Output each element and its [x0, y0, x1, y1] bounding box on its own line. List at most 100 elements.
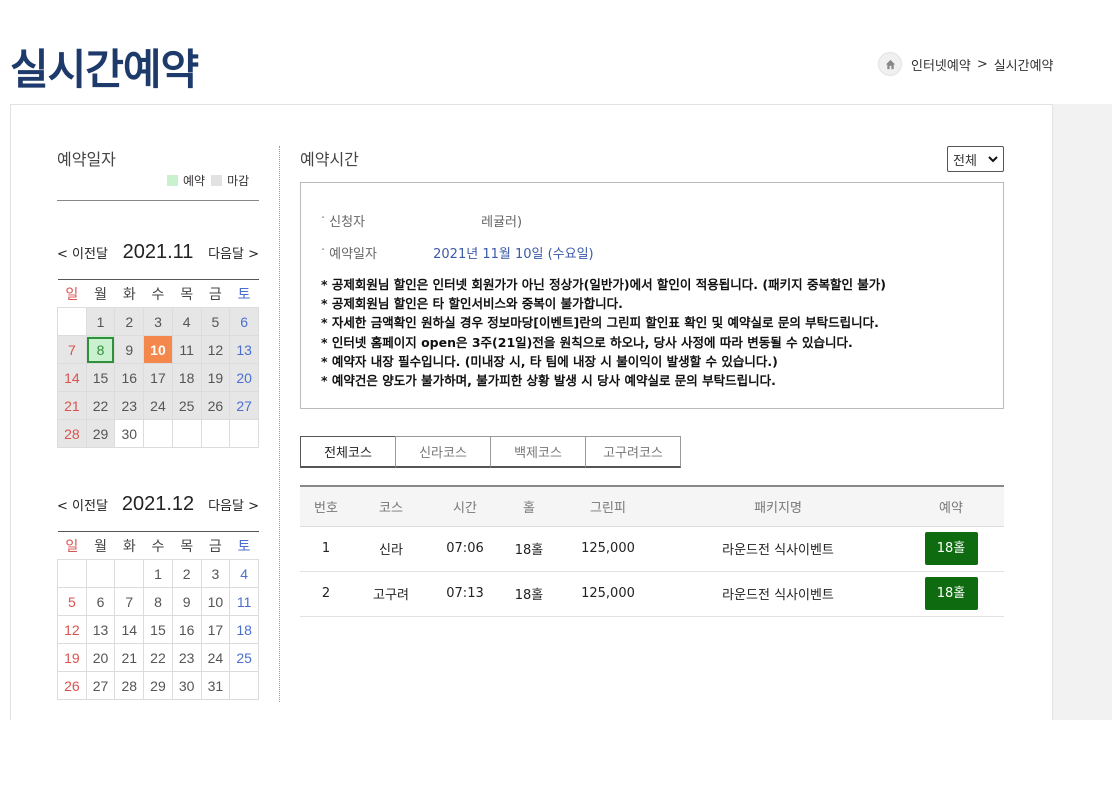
- applicant-row: · 신청자 레귤러): [321, 211, 522, 230]
- calendar-day[interactable]: 26: [200, 391, 231, 420]
- weekday-header: 수: [143, 531, 173, 560]
- calendar-day[interactable]: 21: [114, 643, 145, 672]
- notice-item: * 예약건은 양도가 불가하며, 불가피한 상황 발생 시 당사 예약실로 문의…: [321, 373, 776, 389]
- calendar-day[interactable]: 23: [171, 643, 202, 672]
- calendar-day[interactable]: 31: [200, 671, 231, 700]
- table-header: 번호: [300, 485, 352, 527]
- calendar-header-nov: < 이전달 2021.11 다음달 >: [57, 241, 259, 264]
- calendar-day[interactable]: 28: [57, 419, 87, 448]
- calendar-day[interactable]: 1: [143, 559, 173, 588]
- calendar-day[interactable]: 15: [143, 615, 173, 644]
- course-tab[interactable]: 고구려코스: [585, 436, 681, 468]
- calendar-day[interactable]: 27: [85, 671, 116, 700]
- calendar-legend: 예약 마감: [167, 172, 249, 189]
- breadcrumb-item-realtime-reservation[interactable]: 실시간예약: [994, 55, 1054, 74]
- calendar-day[interactable]: 7: [57, 335, 87, 364]
- table-cell: 07:13: [430, 571, 500, 617]
- table-header: 코스: [352, 485, 430, 527]
- calendar-day[interactable]: 25: [171, 391, 202, 420]
- calendar-month-title: 2021.12: [121, 493, 195, 515]
- reservation-info-box: · 신청자 레귤러) · 예약일자 2021년 11월 10일 (수요일) * …: [300, 182, 1004, 409]
- calendar-day[interactable]: 16: [171, 615, 202, 644]
- calendar-day[interactable]: 16: [114, 363, 145, 392]
- calendar-empty-cell: [57, 559, 87, 588]
- calendar-day[interactable]: 25: [229, 643, 259, 672]
- weekday-header: 토: [229, 531, 259, 560]
- time-section-title: 예약시간: [300, 152, 359, 169]
- prev-month-link[interactable]: < 이전달: [57, 243, 108, 262]
- calendar-day[interactable]: 28: [114, 671, 145, 700]
- calendar-day[interactable]: 9: [171, 587, 202, 616]
- calendar-day[interactable]: 13: [229, 335, 259, 364]
- calendar-day[interactable]: 12: [57, 615, 87, 644]
- calendar-day[interactable]: 4: [229, 559, 259, 588]
- calendar-day[interactable]: 19: [57, 643, 87, 672]
- next-month-link[interactable]: 다음달 >: [208, 243, 259, 262]
- calendar-day[interactable]: 8: [143, 587, 173, 616]
- calendar-day[interactable]: 17: [143, 363, 173, 392]
- calendar-day[interactable]: 15: [85, 363, 116, 392]
- calendar-day[interactable]: 5: [200, 307, 231, 336]
- next-month-link[interactable]: 다음달 >: [208, 495, 259, 514]
- calendar-day[interactable]: 14: [57, 363, 87, 392]
- calendar-day[interactable]: 20: [229, 363, 259, 392]
- home-icon[interactable]: [878, 52, 902, 76]
- calendar-day[interactable]: 11: [171, 335, 202, 364]
- book-button[interactable]: 18홀: [924, 577, 978, 610]
- calendar-day[interactable]: 30: [171, 671, 202, 700]
- calendar-day[interactable]: 18: [171, 363, 202, 392]
- table-header: 패키지명: [658, 485, 898, 527]
- calendar-day[interactable]: 2: [114, 307, 145, 336]
- calendar-day[interactable]: 6: [85, 587, 116, 616]
- calendar-day[interactable]: 24: [200, 643, 231, 672]
- calendar-day[interactable]: 12: [200, 335, 231, 364]
- time-section: 예약시간 전체 · 신청자 레귤러) · 예약일자 2021년 11월 10일 …: [300, 146, 1004, 617]
- calendar-day[interactable]: 17: [200, 615, 231, 644]
- legend-closed-label: 마감: [227, 174, 250, 188]
- calendar-day[interactable]: 3: [200, 559, 231, 588]
- calendar-day[interactable]: 3: [143, 307, 173, 336]
- course-filter-select[interactable]: 전체: [947, 146, 1004, 172]
- calendar-day[interactable]: 24: [143, 391, 173, 420]
- table-cell: 라운드전 식사이벤트: [658, 571, 898, 617]
- calendar-day[interactable]: 22: [85, 391, 116, 420]
- weekday-header: 금: [201, 531, 230, 560]
- calendar-day[interactable]: 29: [85, 419, 116, 448]
- calendar-day[interactable]: 30: [114, 419, 145, 448]
- calendar-day[interactable]: 20: [85, 643, 116, 672]
- calendar-day[interactable]: 18: [229, 615, 259, 644]
- calendar-day[interactable]: 10: [200, 587, 231, 616]
- legend-closed-swatch: [211, 175, 223, 186]
- calendar-empty-cell: [171, 419, 202, 448]
- calendar-day[interactable]: 27: [229, 391, 259, 420]
- prev-month-link[interactable]: < 이전달: [57, 495, 108, 514]
- vertical-divider: [279, 146, 280, 702]
- calendar-day[interactable]: 26: [57, 671, 87, 700]
- calendar-day[interactable]: 14: [114, 615, 145, 644]
- calendar-day[interactable]: 11: [229, 587, 259, 616]
- course-tab[interactable]: 전체코스: [300, 436, 396, 468]
- calendar-day[interactable]: 9: [114, 335, 145, 364]
- calendar-day[interactable]: 10: [143, 335, 173, 364]
- breadcrumb-item-internet-reservation[interactable]: 인터넷예약: [911, 55, 971, 74]
- date-row: · 예약일자 2021년 11월 10일 (수요일): [321, 243, 594, 262]
- book-button[interactable]: 18홀: [924, 532, 978, 565]
- calendar-day[interactable]: 22: [143, 643, 173, 672]
- calendar-day[interactable]: 1: [85, 307, 116, 336]
- calendar-day[interactable]: 13: [85, 615, 116, 644]
- calendar-day[interactable]: 7: [114, 587, 145, 616]
- notice-item: * 인터넷 홈페이지 open은 3주(21일)전을 원칙으로 하오나, 당사 …: [321, 334, 853, 350]
- weekday-header: 금: [201, 279, 230, 308]
- calendar-day[interactable]: 4: [171, 307, 202, 336]
- calendar-day[interactable]: 29: [143, 671, 173, 700]
- calendar-day[interactable]: 5: [57, 587, 87, 616]
- calendar-day[interactable]: 23: [114, 391, 145, 420]
- calendar-day[interactable]: 2: [171, 559, 202, 588]
- legend-reserve-swatch: [167, 175, 178, 186]
- calendar-day[interactable]: 21: [57, 391, 87, 420]
- calendar-day[interactable]: 8: [85, 335, 116, 364]
- course-tab[interactable]: 백제코스: [490, 436, 586, 468]
- calendar-day[interactable]: 19: [200, 363, 231, 392]
- calendar-day[interactable]: 6: [229, 307, 259, 336]
- course-tab[interactable]: 신라코스: [395, 436, 491, 468]
